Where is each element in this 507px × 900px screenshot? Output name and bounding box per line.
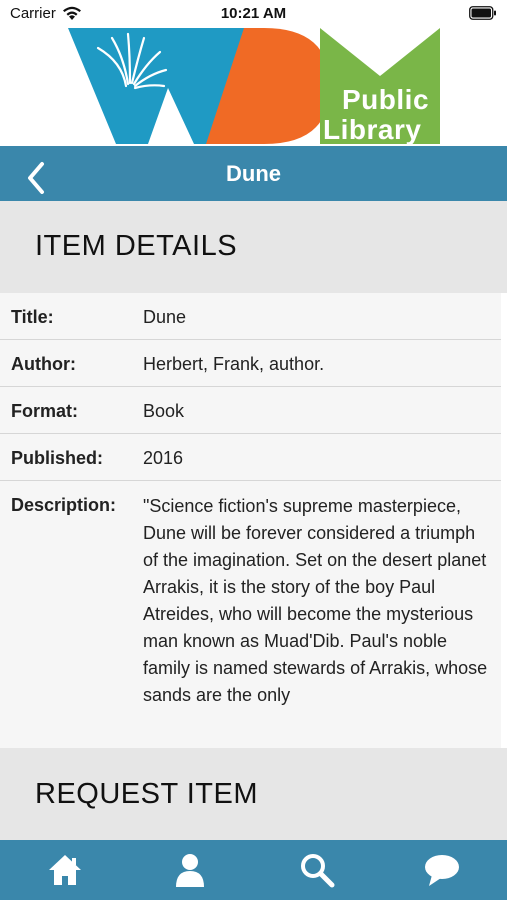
person-icon <box>176 854 204 887</box>
format-label: Format: <box>11 401 78 421</box>
request-item-header[interactable]: REQUEST ITEM <box>0 748 507 840</box>
detail-row-format: Format: Book <box>0 387 501 434</box>
item-details-heading: ITEM DETAILS <box>35 230 238 262</box>
item-details-list[interactable]: Title: Dune Author: Herbert, Frank, auth… <box>0 293 507 748</box>
tab-chat[interactable] <box>422 850 462 890</box>
page-title: Dune <box>226 161 281 186</box>
status-time: 10:21 AM <box>220 5 287 22</box>
detail-row-author: Author: Herbert, Frank, author. <box>0 340 501 387</box>
logo-text-public: Public <box>342 84 430 115</box>
tab-home[interactable] <box>45 850 85 890</box>
format-value: Book <box>143 401 185 421</box>
title-label: Title: <box>11 307 54 327</box>
search-icon <box>301 854 335 888</box>
published-label: Published: <box>11 448 104 468</box>
status-bar: Carrier 10:21 AM <box>0 0 507 28</box>
battery-icon <box>469 6 496 20</box>
home-icon <box>49 855 81 885</box>
title-value: Dune <box>143 307 187 327</box>
tab-bar <box>0 840 507 900</box>
chat-bubble-icon <box>425 855 459 886</box>
detail-row-title: Title: Dune <box>0 293 501 340</box>
library-logo: Public Library <box>68 28 440 146</box>
tab-search[interactable] <box>297 850 337 890</box>
description-label: Description: <box>11 495 117 515</box>
detail-row-description: Description: "Science fiction's supreme … <box>0 481 501 748</box>
detail-row-published: Published: 2016 <box>0 434 501 481</box>
logo-text-library: Library <box>323 114 422 145</box>
author-label: Author: <box>11 354 76 374</box>
request-item-heading: REQUEST ITEM <box>35 778 258 810</box>
published-value: 2016 <box>143 448 184 468</box>
navigation-bar: Dune <box>0 146 507 201</box>
author-value: Herbert, Frank, author. <box>143 354 325 374</box>
tab-account[interactable] <box>170 850 210 890</box>
description-value: "Science fiction's supreme masterpiece, … <box>143 496 488 705</box>
item-details-header: ITEM DETAILS <box>0 201 507 293</box>
